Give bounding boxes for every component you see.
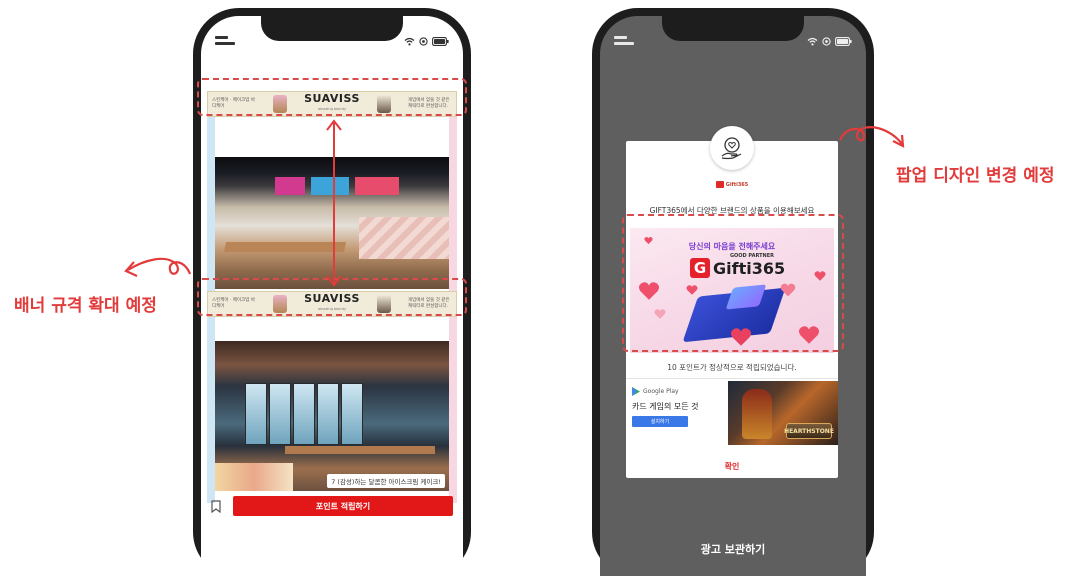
- popup-annotation: 팝업 디자인 변경 예정: [896, 166, 1055, 186]
- photo-caption: 7 (감성)하는 달콤한 아이스크림 케이크!: [327, 474, 445, 488]
- left-phone: 스킨케어 · 메이크업 바디케어 SUAVISS amazing beauty …: [193, 8, 471, 576]
- phone-notch: [261, 16, 403, 41]
- bookmark-icon[interactable]: [211, 499, 221, 513]
- popup-highlight: [622, 214, 844, 352]
- point-earn-button[interactable]: 포인트 적립하기: [233, 496, 453, 516]
- store-table: [285, 446, 435, 454]
- ad-title: 카드 게임의 모든 것: [632, 402, 699, 411]
- banner-highlight-top: [197, 78, 467, 116]
- led-sign: [355, 177, 399, 195]
- popup-badge: [710, 126, 754, 170]
- expand-arrow-icon: [326, 119, 342, 287]
- curved-arrow-icon: [124, 257, 192, 278]
- save-ad-button[interactable]: 광고 보관하기: [600, 541, 866, 557]
- fridge: [293, 383, 315, 445]
- game-ad-image: HEARTHSTONE: [728, 381, 838, 445]
- store-counter: [359, 217, 449, 259]
- heart-hand-icon: [721, 137, 742, 160]
- fridge: [245, 383, 267, 445]
- popup-brand-logo: Gifti365: [626, 181, 838, 188]
- alarm-icon: [419, 37, 428, 46]
- alarm-icon: [822, 37, 831, 46]
- fridge: [317, 383, 339, 445]
- store-photo-2: 7 (감성)하는 달콤한 아이스크림 케이크!: [215, 341, 449, 491]
- store-name: Google Play: [643, 388, 679, 395]
- fridge: [269, 383, 291, 445]
- popup-brand-name: Gifti365: [725, 181, 749, 188]
- cake-display: [215, 463, 293, 491]
- brand-mark: [715, 181, 724, 188]
- banner-annotation: 배너 규격 확대 예정: [14, 296, 157, 316]
- points-earned-message: 10 포인트가 정상적으로 적립되었습니다.: [667, 363, 797, 372]
- status-bar: [807, 37, 852, 46]
- hamburger-menu-icon[interactable]: [215, 36, 235, 48]
- install-button[interactable]: 설치하기: [632, 416, 688, 427]
- right-phone: Gifti365 GIFT365에서 다양한 브랜드의 상품을 이용해보세요 당…: [592, 8, 874, 576]
- bottom-action-bar: 포인트 적립하기: [201, 492, 463, 520]
- battery-icon: [835, 37, 852, 46]
- fridge: [341, 383, 363, 445]
- game-character: [742, 389, 772, 439]
- phone-notch: [662, 16, 804, 41]
- game-logo: HEARTHSTONE: [784, 423, 834, 439]
- hamburger-menu-icon[interactable]: [614, 36, 634, 48]
- google-play-icon: [632, 387, 640, 396]
- curved-arrow-icon: [838, 126, 905, 148]
- battery-icon: [432, 37, 449, 46]
- status-bar: [404, 37, 449, 46]
- wifi-icon: [404, 37, 415, 46]
- wifi-icon: [807, 37, 818, 46]
- google-play-badge: Google Play: [632, 387, 679, 396]
- confirm-button[interactable]: 확인: [626, 461, 838, 472]
- led-sign: [275, 177, 305, 195]
- game-ad[interactable]: Google Play 카드 게임의 모든 것 설치하기 HEARTHSTONE: [626, 378, 838, 454]
